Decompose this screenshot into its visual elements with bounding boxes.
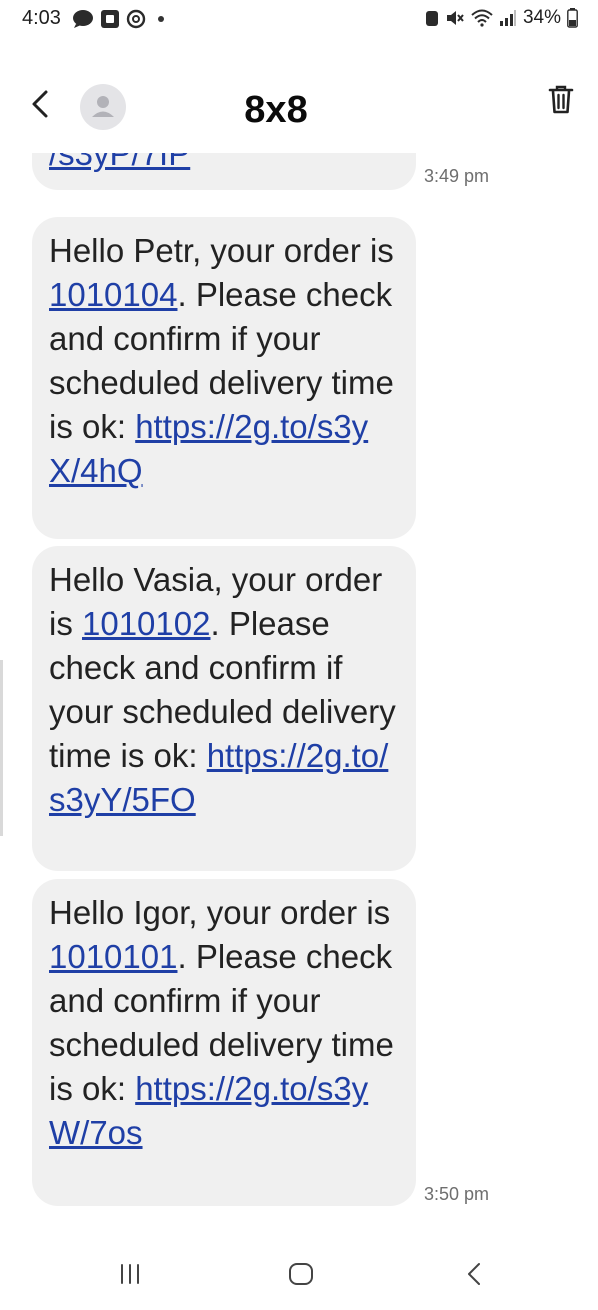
chat-icon [73, 10, 93, 28]
message-bubble[interactable]: Hello Igor, your order is 1010101. Pleas… [32, 879, 416, 1206]
signal-icon [499, 10, 516, 26]
message-link[interactable]: /s3yP/7IP [49, 150, 190, 172]
home-icon [289, 1263, 313, 1285]
back-icon [468, 1263, 480, 1285]
order-number-link[interactable]: 1010104 [49, 276, 177, 313]
mute-icon [446, 11, 464, 25]
threads-icon [126, 9, 146, 29]
alarm-icon [425, 11, 438, 26]
system-icons: 34% [425, 7, 578, 29]
conversation-title[interactable]: 8x8 [142, 68, 410, 153]
order-number-link[interactable]: 1010101 [49, 938, 177, 975]
notification-icons [72, 9, 164, 29]
recents-icon [121, 1264, 139, 1284]
message-text: Hello Igor, your order is [49, 894, 391, 931]
status-bar: 4:03 34% [0, 0, 598, 44]
scroll-indicator [0, 660, 3, 836]
message-text: Hello Petr, your order is [49, 232, 394, 269]
message-time: 3:49 pm [424, 166, 490, 186]
nav-back-button[interactable] [464, 1262, 484, 1291]
message-bubble[interactable]: Hello Petr, your order is 1010104. Pleas… [32, 217, 416, 539]
delete-button[interactable] [544, 80, 578, 120]
message-bubble[interactable]: Hello Vasia, your order is 1010102. Plea… [32, 546, 416, 871]
app-notification-icon [101, 10, 119, 28]
order-number-link[interactable]: 1010102 [82, 605, 210, 642]
conversation-header: 8x8 [0, 58, 598, 153]
more-notifications-icon [158, 16, 164, 22]
wifi-icon [471, 9, 493, 27]
battery-icon [567, 8, 578, 28]
chevron-left-icon [32, 90, 48, 118]
recents-button[interactable] [118, 1262, 142, 1291]
status-time: 4:03 [22, 7, 61, 29]
back-button[interactable] [24, 84, 60, 124]
message-bubble[interactable]: /s3yP/7IP [32, 150, 416, 190]
person-icon [92, 96, 114, 117]
contact-avatar[interactable] [80, 84, 126, 130]
message-time: 3:50 pm [424, 1184, 490, 1204]
trash-icon [548, 85, 574, 114]
battery-percent: 34% [522, 7, 561, 28]
navigation-bar [0, 1240, 598, 1310]
home-button[interactable] [288, 1262, 314, 1291]
clipped-message-area: /s3yP/7IP [0, 150, 598, 190]
